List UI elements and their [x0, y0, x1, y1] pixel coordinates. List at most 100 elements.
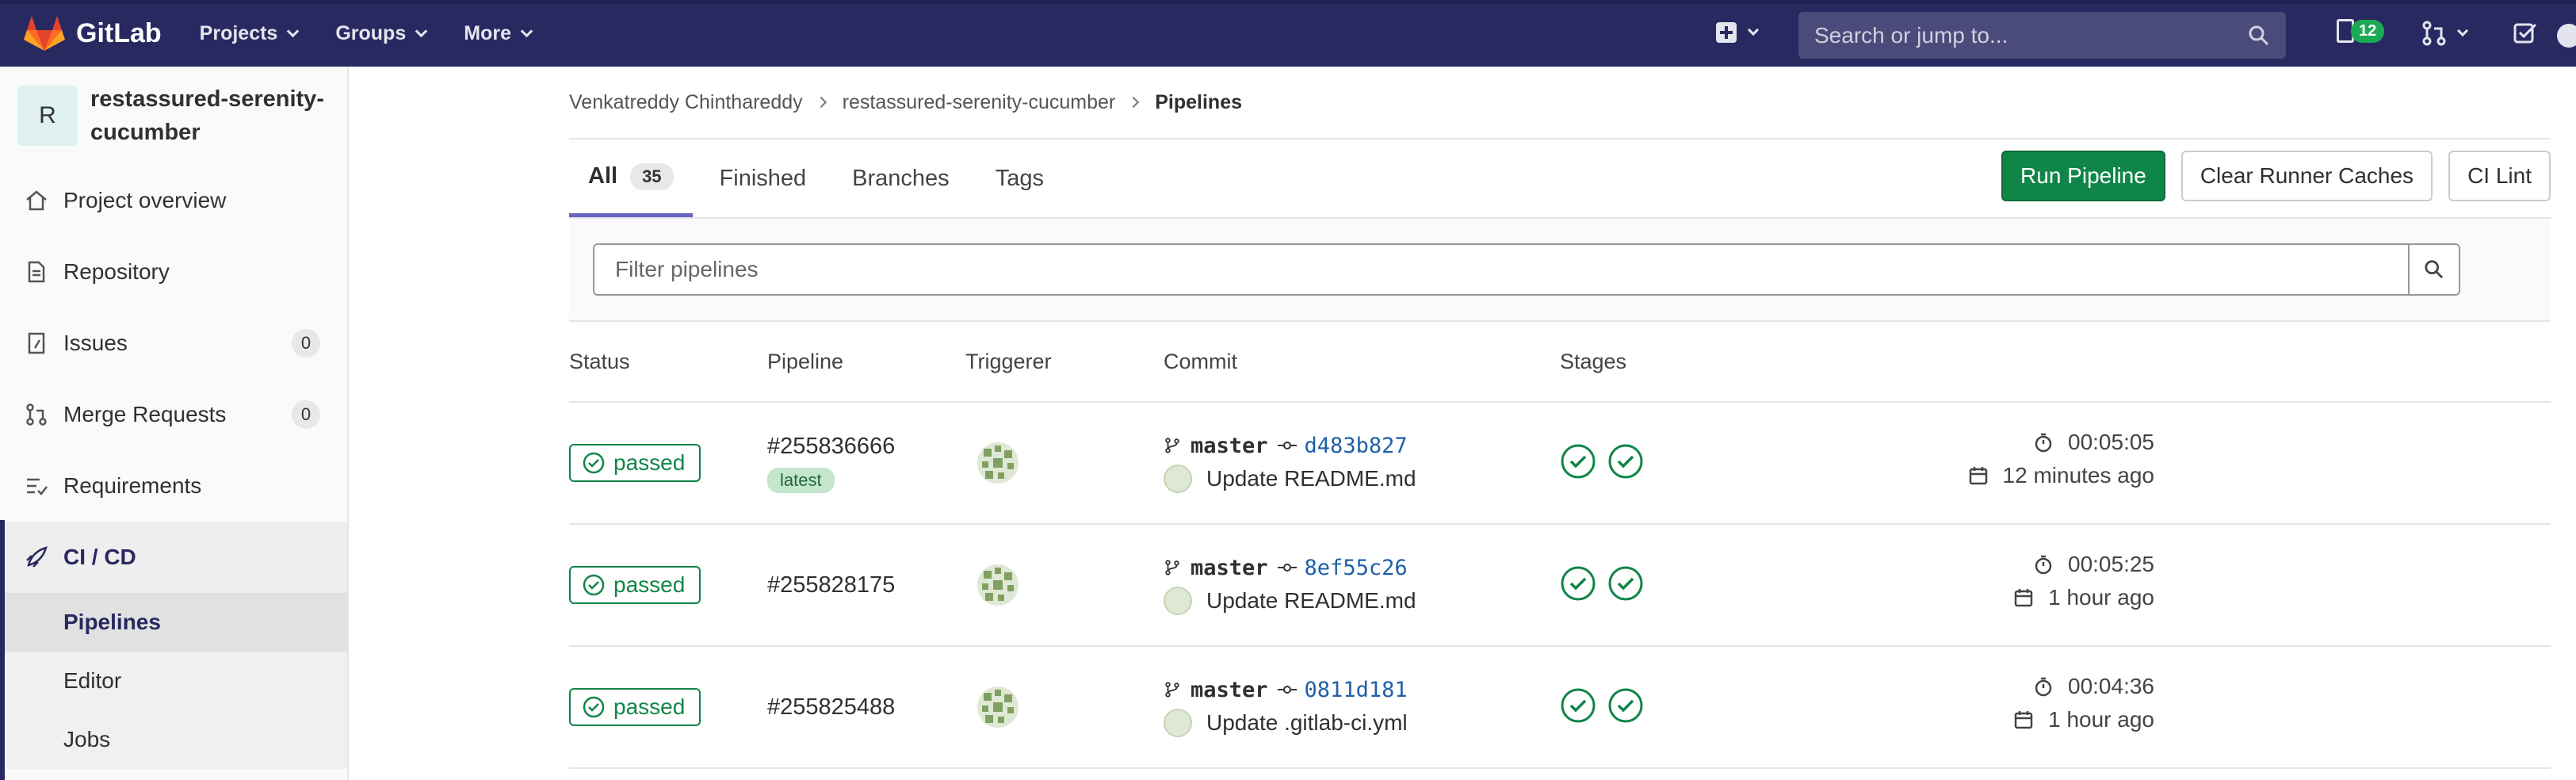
stage-success-icon[interactable]	[1560, 443, 1596, 480]
top-strip	[0, 0, 2576, 4]
branch-link[interactable]: master	[1191, 678, 1268, 702]
search-icon	[2425, 260, 2444, 279]
breadcrumb-user[interactable]: Venkatreddy Chinthareddy	[569, 91, 803, 114]
breadcrumb-project[interactable]: restassured-serenity-cucumber	[843, 91, 1116, 114]
chevron-down-icon	[2456, 25, 2469, 37]
stage-success-icon[interactable]	[1607, 565, 1644, 602]
pipeline-id-link[interactable]: #255828175	[767, 572, 965, 598]
menu-groups[interactable]: Groups	[335, 21, 428, 45]
issues-icon	[28, 332, 45, 354]
commit-sha-link[interactable]: d483b827	[1305, 434, 1408, 458]
run-pipeline-button[interactable]: Run Pipeline	[2001, 151, 2165, 201]
sidebar-item-ci-cd[interactable]: CI / CD	[0, 522, 347, 593]
status-success-icon	[583, 696, 605, 718]
filter-pipelines-input[interactable]: Filter pipelines	[593, 243, 2460, 296]
chevron-right-icon	[1128, 96, 1140, 109]
calendar-icon	[1969, 467, 1987, 485]
clear-runner-caches-button[interactable]: Clear Runner Caches	[2180, 151, 2433, 201]
commit-sha-link[interactable]: 0811d181	[1305, 678, 1408, 702]
ci-lint-button[interactable]: CI Lint	[2448, 151, 2551, 201]
sidebar-subitem-editor[interactable]: Editor	[0, 652, 347, 710]
commit-icon	[1277, 564, 1297, 572]
main-content: Venkatreddy Chinthareddy restassured-ser…	[569, 67, 2551, 769]
issues-count-badge: 0	[292, 329, 320, 358]
merge-requests-count-badge: 0	[292, 400, 320, 429]
sidebar-item-issues[interactable]: Issues 0	[0, 308, 347, 379]
pipeline-actions: Run Pipeline Clear Runner Caches CI Lint	[1986, 151, 2551, 201]
filter-search-button[interactable]	[2408, 245, 2459, 294]
status-badge[interactable]: passed	[569, 444, 701, 482]
user-avatar[interactable]	[2557, 24, 2576, 48]
status-label: passed	[613, 572, 686, 597]
gitlab-logo-link[interactable]: GitLab	[24, 13, 162, 54]
issues-nav-link[interactable]: 12	[2337, 19, 2385, 43]
pipeline-id-link[interactable]: #255825488	[767, 694, 965, 721]
status-success-icon	[583, 452, 605, 474]
chevron-down-icon	[520, 25, 533, 37]
pipeline-id-link[interactable]: #255836666	[767, 434, 965, 460]
branch-icon	[1165, 682, 1179, 698]
menu-more[interactable]: More	[464, 21, 533, 45]
tab-all[interactable]: All 35	[569, 140, 693, 217]
stage-success-icon[interactable]	[1607, 687, 1644, 724]
menu-projects[interactable]: Projects	[199, 21, 300, 45]
merge-requests-dropdown[interactable]	[2422, 21, 2469, 46]
status-badge[interactable]: passed	[569, 688, 701, 726]
sidebar-subitem-pipelines[interactable]: Pipelines	[0, 593, 347, 652]
search-input[interactable]: Search or jump to...	[1798, 12, 2286, 59]
latest-badge: latest	[767, 467, 835, 493]
menu-more-label: More	[464, 21, 511, 44]
stages	[1560, 565, 1956, 606]
duration: 00:05:25	[2068, 552, 2154, 576]
header-stages: Stages	[1560, 349, 1627, 373]
menu-groups-label: Groups	[335, 21, 407, 44]
pipeline-tabs: All 35 Finished Branches Tags Run Pipeli…	[569, 140, 2551, 219]
branch-link[interactable]: master	[1191, 434, 1268, 458]
table-row: passed #255825488 master 0811d181 Update…	[569, 647, 2551, 769]
commit-message-link[interactable]: Update README.md	[1206, 466, 1416, 491]
commit-author-avatar[interactable]	[1164, 708, 1192, 737]
sidebar-subitem-jobs[interactable]: Jobs	[0, 710, 347, 769]
triggerer-avatar[interactable]	[977, 564, 1019, 606]
project-header[interactable]: R restassured-serenity-cucumber	[0, 67, 347, 165]
home-icon	[26, 190, 47, 211]
sidebar-item-project-overview[interactable]: Project overview	[0, 165, 347, 236]
brand-name: GitLab	[76, 17, 162, 48]
stage-success-icon[interactable]	[1607, 443, 1644, 480]
chevron-down-icon	[415, 25, 428, 37]
branch-link[interactable]: master	[1191, 556, 1268, 580]
branch-icon	[1165, 438, 1179, 453]
timer-icon	[2035, 433, 2052, 453]
stage-success-icon[interactable]	[1560, 687, 1596, 724]
breadcrumb-current[interactable]: Pipelines	[1155, 91, 1242, 114]
calendar-icon	[2014, 589, 2033, 607]
sidebar-item-requirements[interactable]: Requirements	[0, 450, 347, 522]
branch-icon	[1165, 560, 1179, 575]
status-badge[interactable]: passed	[569, 566, 701, 604]
todos-link[interactable]	[2513, 21, 2538, 50]
timer-icon	[2035, 555, 2052, 575]
commit-sha-link[interactable]: 8ef55c26	[1305, 556, 1408, 580]
tab-finished[interactable]: Finished	[701, 140, 826, 217]
gitlab-logo-icon	[24, 16, 65, 51]
sidebar-item-label: Issues	[63, 331, 128, 355]
sidebar-item-repository[interactable]: Repository	[0, 236, 347, 308]
sidebar-item-merge-requests[interactable]: Merge Requests 0	[0, 379, 347, 450]
status-label: passed	[613, 450, 686, 475]
triggerer-avatar[interactable]	[977, 442, 1019, 484]
pipeline-timing: 00:05:25 1 hour ago	[2013, 552, 2154, 610]
commit-author-avatar[interactable]	[1164, 586, 1192, 615]
search-icon	[2249, 25, 2269, 45]
finished-time: 12 minutes ago	[2002, 463, 2154, 488]
new-item-dropdown[interactable]	[1716, 22, 1760, 43]
menu-projects-label: Projects	[199, 21, 278, 44]
doc-icon	[28, 261, 45, 283]
commit-author-avatar[interactable]	[1164, 464, 1192, 493]
finished-time: 1 hour ago	[2048, 585, 2154, 610]
stage-success-icon[interactable]	[1560, 565, 1596, 602]
tab-tags[interactable]: Tags	[977, 140, 1063, 217]
tab-branches[interactable]: Branches	[833, 140, 969, 217]
commit-message-link[interactable]: Update .gitlab-ci.yml	[1206, 710, 1408, 736]
triggerer-avatar[interactable]	[977, 686, 1019, 728]
commit-message-link[interactable]: Update README.md	[1206, 588, 1416, 614]
